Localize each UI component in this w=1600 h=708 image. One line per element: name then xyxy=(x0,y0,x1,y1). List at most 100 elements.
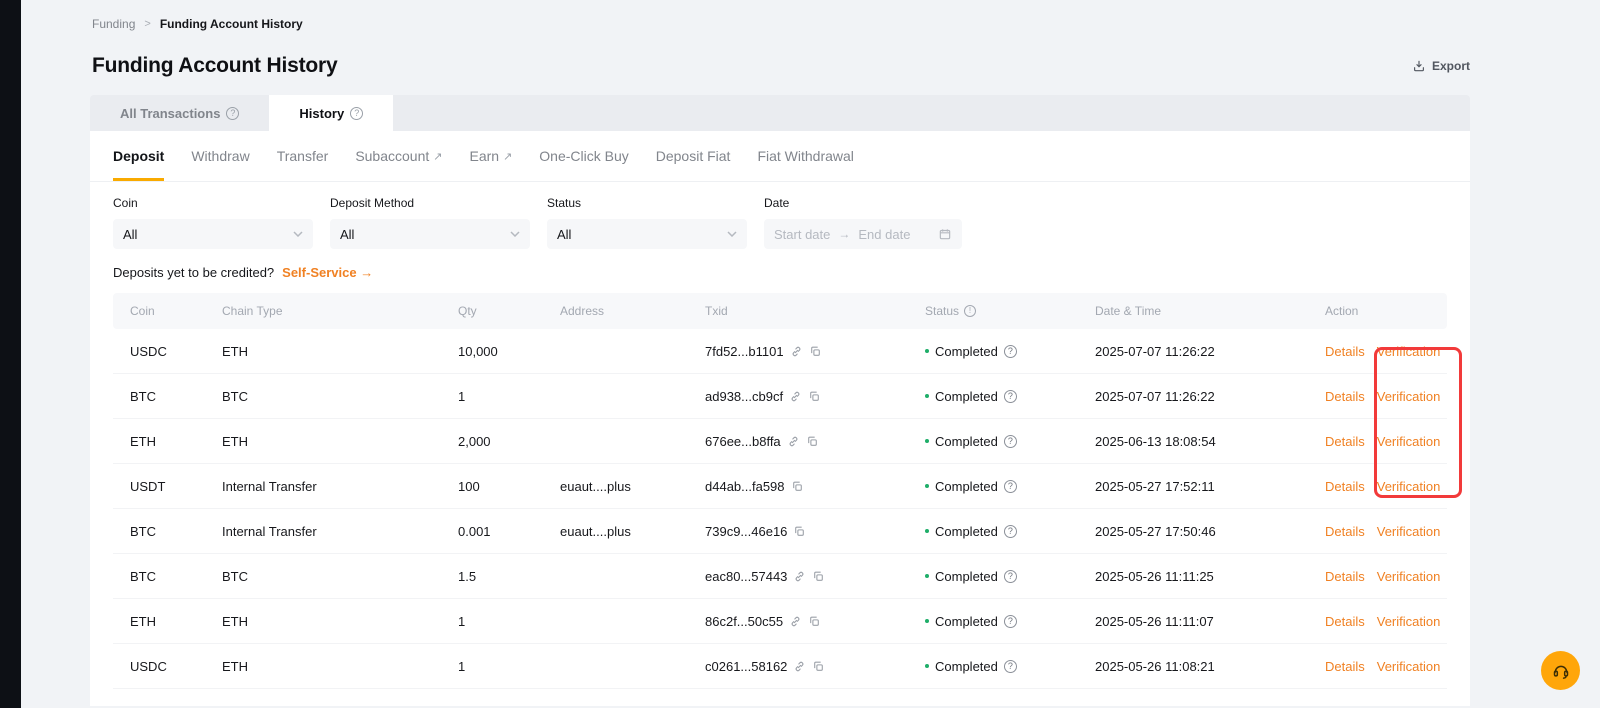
status-help-icon[interactable]: ? xyxy=(1004,660,1017,673)
history-subtabs: Deposit Withdraw Transfer Subaccount ↗ E… xyxy=(90,131,1470,182)
details-link[interactable]: Details xyxy=(1325,434,1365,449)
details-link[interactable]: Details xyxy=(1325,344,1365,359)
export-button[interactable]: Export xyxy=(1412,59,1470,73)
verification-link[interactable]: Verification xyxy=(1377,569,1441,584)
table-row: USDT Internal Transfer 100 euaut....plus… xyxy=(113,464,1447,509)
export-label: Export xyxy=(1432,59,1470,73)
col-header-datetime: Date & Time xyxy=(1095,304,1325,318)
headset-icon xyxy=(1551,661,1571,681)
verification-link[interactable]: Verification xyxy=(1377,434,1441,449)
details-link[interactable]: Details xyxy=(1325,569,1365,584)
copy-icon[interactable] xyxy=(812,660,825,673)
tab-all-transactions[interactable]: All Transactions ? xyxy=(90,95,269,131)
txid-text: eac80...57443 xyxy=(705,569,787,584)
tab-history[interactable]: History ? xyxy=(269,95,393,131)
copy-icon[interactable] xyxy=(812,570,825,583)
cell-action: Details Verification xyxy=(1325,479,1447,494)
details-link[interactable]: Details xyxy=(1325,614,1365,629)
copy-icon[interactable] xyxy=(808,390,821,403)
verification-link[interactable]: Verification xyxy=(1377,614,1441,629)
subtab-deposit[interactable]: Deposit xyxy=(113,131,164,181)
history-card: Deposit Withdraw Transfer Subaccount ↗ E… xyxy=(90,131,1470,706)
coin-filter-label: Coin xyxy=(113,196,313,210)
details-link[interactable]: Details xyxy=(1325,479,1365,494)
cell-chain-type: Internal Transfer xyxy=(222,479,458,494)
status-info-icon[interactable]: ! xyxy=(964,305,976,317)
subtab-label: Deposit Fiat xyxy=(656,148,731,164)
cell-chain-type: ETH xyxy=(222,659,458,674)
verification-link[interactable]: Verification xyxy=(1377,659,1441,674)
status-select[interactable]: All xyxy=(547,219,747,249)
external-link-icon: ↗ xyxy=(503,150,512,163)
status-help-icon[interactable]: ? xyxy=(1004,525,1017,538)
status-dot xyxy=(925,394,929,398)
cell-status: Completed ? xyxy=(925,434,1095,449)
table-row: BTC BTC 1.5 eac80...57443 xyxy=(113,554,1447,599)
cell-coin: ETH xyxy=(130,434,222,449)
cell-status: Completed ? xyxy=(925,569,1095,584)
cell-txid: ad938...cb9cf xyxy=(705,389,925,404)
explorer-link-icon[interactable] xyxy=(789,615,802,628)
details-link[interactable]: Details xyxy=(1325,659,1365,674)
col-header-status: Status ! xyxy=(925,304,1095,318)
cell-action: Details Verification xyxy=(1325,434,1447,449)
main-tabs: All Transactions ? History ? xyxy=(90,95,1470,131)
copy-icon[interactable] xyxy=(808,615,821,628)
status-help-icon[interactable]: ? xyxy=(1004,570,1017,583)
status-help-icon[interactable]: ? xyxy=(1004,435,1017,448)
coin-select[interactable]: All xyxy=(113,219,313,249)
cell-coin: ETH xyxy=(130,614,222,629)
explorer-link-icon[interactable] xyxy=(793,660,806,673)
cell-txid: 739c9...46e16 xyxy=(705,524,925,539)
cell-status: Completed ? xyxy=(925,614,1095,629)
cell-datetime: 2025-07-07 11:26:22 xyxy=(1095,344,1325,359)
explorer-link-icon[interactable] xyxy=(790,345,803,358)
status-text: Completed xyxy=(935,524,998,539)
subtab-earn[interactable]: Earn ↗ xyxy=(469,131,512,181)
explorer-link-icon[interactable] xyxy=(787,435,800,448)
status-help-icon[interactable]: ? xyxy=(1004,345,1017,358)
subtab-one-click-buy[interactable]: One-Click Buy xyxy=(539,131,628,181)
status-dot xyxy=(925,574,929,578)
date-range-picker[interactable]: Start date → End date xyxy=(764,219,962,249)
breadcrumb-funding[interactable]: Funding xyxy=(92,17,135,31)
verification-link[interactable]: Verification xyxy=(1377,479,1441,494)
chevron-down-icon xyxy=(293,231,303,237)
verification-link[interactable]: Verification xyxy=(1377,524,1441,539)
deposit-history-table: Coin Chain Type Qty Address Txid Status … xyxy=(113,293,1447,689)
details-link[interactable]: Details xyxy=(1325,389,1365,404)
cell-chain-type: Internal Transfer xyxy=(222,524,458,539)
subtab-deposit-fiat[interactable]: Deposit Fiat xyxy=(656,131,731,181)
verification-link[interactable]: Verification xyxy=(1377,389,1441,404)
table-row: ETH ETH 1 86c2f...50c55 xyxy=(113,599,1447,644)
subtab-subaccount[interactable]: Subaccount ↗ xyxy=(355,131,442,181)
subtab-withdraw[interactable]: Withdraw xyxy=(191,131,249,181)
cell-qty: 10,000 xyxy=(458,344,560,359)
copy-icon[interactable] xyxy=(809,345,822,358)
self-service-link[interactable]: Self-Service → xyxy=(282,265,373,280)
copy-icon[interactable] xyxy=(791,480,804,493)
status-dot xyxy=(925,349,929,353)
cell-datetime: 2025-05-26 11:11:07 xyxy=(1095,614,1325,629)
support-button[interactable] xyxy=(1541,651,1580,690)
copy-icon[interactable] xyxy=(793,525,806,538)
cell-chain-type: ETH xyxy=(222,344,458,359)
explorer-link-icon[interactable] xyxy=(793,570,806,583)
status-help-icon[interactable]: ? xyxy=(1004,615,1017,628)
deposit-method-select[interactable]: All xyxy=(330,219,530,249)
details-link[interactable]: Details xyxy=(1325,524,1365,539)
verification-link[interactable]: Verification xyxy=(1377,344,1441,359)
subtab-transfer[interactable]: Transfer xyxy=(277,131,329,181)
status-text: Completed xyxy=(935,389,998,404)
start-date-placeholder: Start date xyxy=(774,227,830,242)
status-help-icon[interactable]: ? xyxy=(1004,390,1017,403)
subtab-fiat-withdrawal[interactable]: Fiat Withdrawal xyxy=(757,131,853,181)
subtab-label: One-Click Buy xyxy=(539,148,628,164)
explorer-link-icon[interactable] xyxy=(789,390,802,403)
deposit-method-filter: Deposit Method All xyxy=(330,196,530,249)
cell-qty: 2,000 xyxy=(458,434,560,449)
status-text: Completed xyxy=(935,434,998,449)
collapsed-sidebar xyxy=(0,0,21,708)
copy-icon[interactable] xyxy=(806,435,819,448)
status-help-icon[interactable]: ? xyxy=(1004,480,1017,493)
